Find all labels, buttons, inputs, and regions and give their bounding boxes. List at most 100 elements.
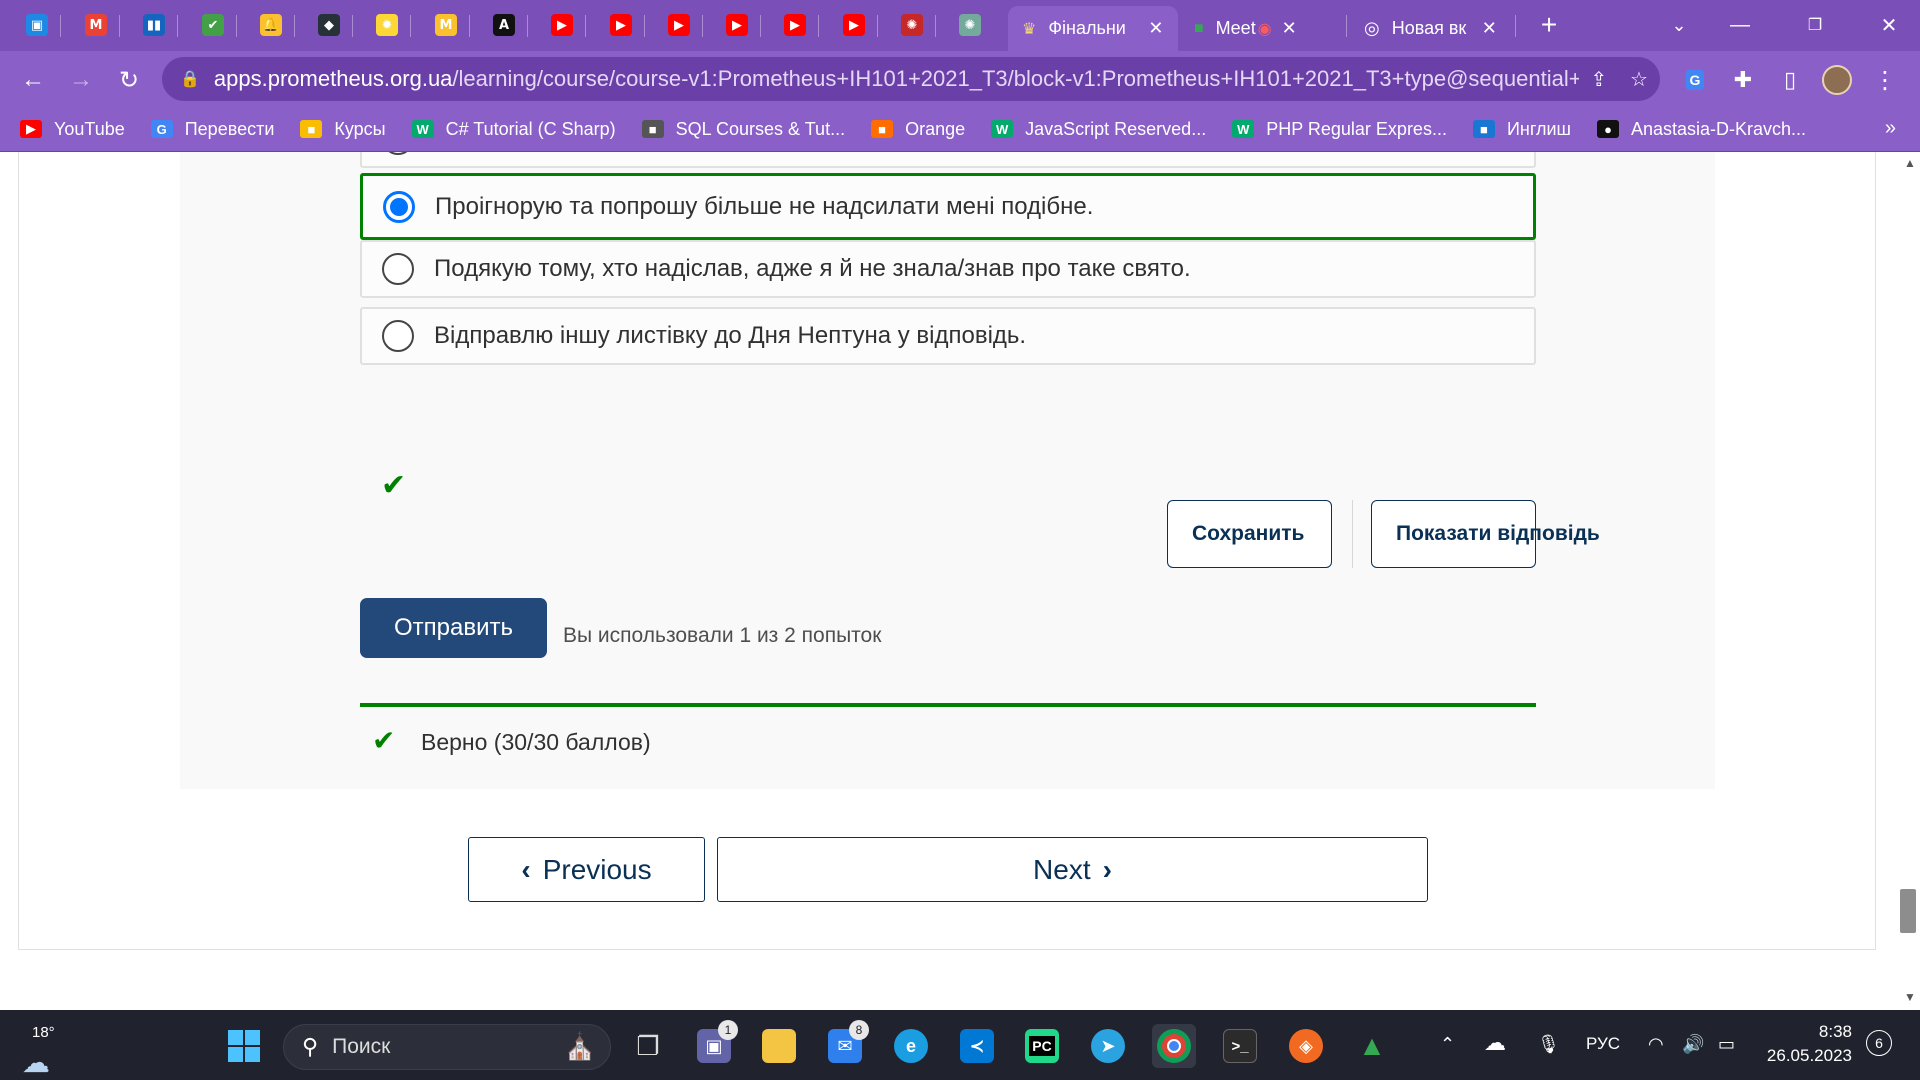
pinned-tab[interactable]: ▮▮: [139, 10, 169, 40]
file-explorer-button[interactable]: [757, 1024, 801, 1068]
close-icon[interactable]: ✕: [1282, 18, 1297, 39]
pinned-tab[interactable]: M: [81, 10, 111, 40]
taskbar-search[interactable]: ⚲ Поиск ⛪: [283, 1024, 611, 1070]
answer-choice[interactable]: Подякую тому, хто надіслав, адже я й не …: [360, 240, 1536, 298]
telegram-button[interactable]: ➤: [1086, 1024, 1130, 1068]
google-drive-button[interactable]: ▲: [1350, 1024, 1394, 1068]
bookmark-item[interactable]: W JavaScript Reserved...: [991, 119, 1206, 140]
mail-button[interactable]: ✉ 8: [823, 1020, 869, 1068]
terminal-button[interactable]: >_: [1218, 1024, 1262, 1068]
extensions-puzzle-icon[interactable]: ✚: [1726, 63, 1760, 97]
scrollbar[interactable]: [1901, 152, 1920, 1010]
forward-button[interactable]: →: [64, 63, 98, 97]
tab-new[interactable]: ◎ Новая вк ✕: [1350, 6, 1515, 51]
menu-kebab-icon[interactable]: ⋮: [1868, 63, 1902, 97]
bookmark-item[interactable]: G Перевести: [150, 119, 274, 140]
pycharm-button[interactable]: PC: [1020, 1024, 1064, 1068]
radio-button[interactable]: [382, 253, 414, 285]
restore-button[interactable]: ❐: [1790, 10, 1840, 40]
close-window-button[interactable]: ✕: [1864, 10, 1914, 40]
notification-center-badge[interactable]: 6: [1866, 1030, 1892, 1056]
wifi-icon[interactable]: ◠: [1648, 1034, 1664, 1055]
lock-icon[interactable]: 🔒: [180, 69, 200, 89]
pinned-tab[interactable]: ▶: [722, 10, 752, 40]
task-view-button[interactable]: ❐: [626, 1024, 670, 1068]
tab-title: Meet: [1215, 18, 1256, 38]
pinned-tab[interactable]: ✺: [955, 10, 985, 40]
pinned-tab[interactable]: A: [489, 10, 519, 40]
radio-button[interactable]: [382, 320, 414, 352]
pinned-tab[interactable]: ▶: [839, 10, 869, 40]
bookmark-item[interactable]: ▶ YouTube: [20, 119, 125, 140]
volume-icon[interactable]: 🔊: [1682, 1034, 1704, 1055]
bookmarks-overflow-icon[interactable]: »: [1885, 117, 1896, 140]
pinned-tab[interactable]: ✹: [372, 10, 402, 40]
answer-choice[interactable]: Не буду масово розсилати, тільки родичам…: [360, 152, 1536, 168]
back-button[interactable]: ←: [16, 63, 50, 97]
reload-button[interactable]: ↻: [112, 63, 146, 97]
show-answer-button[interactable]: Показати відповідь: [1371, 500, 1600, 568]
answer-choice[interactable]: Відправлю іншу листівку до Дня Нептуна у…: [360, 307, 1536, 365]
tab-search-chevron-icon[interactable]: ⌄: [1654, 10, 1704, 40]
bookmark-item[interactable]: ■ Курсы: [300, 119, 386, 140]
url-text[interactable]: apps.prometheus.org.ua/learning/course/c…: [214, 66, 1579, 92]
previous-label: Previous: [542, 853, 652, 885]
start-button[interactable]: [222, 1024, 266, 1068]
profile-avatar[interactable]: [1820, 63, 1854, 97]
pinned-tab[interactable]: ▶: [664, 10, 694, 40]
clock[interactable]: 8:38 26.05.2023: [1762, 1020, 1852, 1068]
scroll-up-arrow-icon[interactable]: ▲: [1904, 156, 1916, 170]
bookmark-item[interactable]: ■ Инглиш: [1472, 119, 1571, 140]
tray-overflow-chevron-icon[interactable]: ⌃: [1440, 1034, 1455, 1055]
share-icon[interactable]: ⇪: [1579, 67, 1619, 92]
new-tab-button[interactable]: +: [1524, 9, 1574, 40]
radio-button[interactable]: [382, 152, 414, 155]
address-bar[interactable]: 🔒 apps.prometheus.org.ua/learning/course…: [162, 57, 1660, 101]
tab-meet[interactable]: ■ Meet ◉ ✕: [1180, 6, 1340, 51]
pinned-tab[interactable]: 🔔: [256, 10, 286, 40]
pinned-tab[interactable]: ▶: [780, 10, 810, 40]
bell-icon: 🔔: [260, 14, 282, 36]
edge-button[interactable]: e: [889, 1024, 933, 1068]
tab-final-test[interactable]: ♛ Фінальни ✕: [1008, 6, 1178, 51]
close-icon[interactable]: ✕: [1482, 18, 1497, 39]
vscode-button[interactable]: ≺: [955, 1024, 999, 1068]
next-label: Next: [1033, 853, 1091, 885]
submit-button[interactable]: Отправить: [360, 598, 547, 658]
onedrive-cloud-icon[interactable]: ☁: [1484, 1030, 1506, 1056]
pinned-tab[interactable]: ▶: [606, 10, 636, 40]
save-button[interactable]: Сохранить: [1167, 500, 1332, 568]
language-indicator[interactable]: РУС: [1586, 1034, 1620, 1054]
translate-extension-icon[interactable]: G: [1678, 63, 1712, 97]
previous-button[interactable]: ‹ Previous: [468, 837, 705, 902]
w3schools-icon: W: [1232, 120, 1255, 138]
pinned-tab[interactable]: ▶: [547, 10, 577, 40]
bookmark-item[interactable]: ● Anastasia-D-Kravch...: [1597, 119, 1806, 140]
pinned-tab[interactable]: M: [431, 10, 461, 40]
teams-chat-button[interactable]: ▣ 1: [692, 1020, 738, 1068]
pinned-tab[interactable]: ✔: [198, 10, 228, 40]
answer-choice[interactable]: Проігнорую та попрошу більше не надсилат…: [360, 173, 1536, 240]
scroll-down-arrow-icon[interactable]: ▼: [1904, 990, 1916, 1004]
close-icon[interactable]: ✕: [1148, 18, 1163, 39]
minimize-button[interactable]: —: [1715, 10, 1765, 40]
weather-widget[interactable]: 18° ☁: [12, 1024, 72, 1078]
bookmark-item[interactable]: ■ SQL Courses & Tut...: [641, 119, 845, 140]
bookmark-item[interactable]: ■ Orange: [871, 119, 965, 140]
battery-icon[interactable]: ▭: [1718, 1034, 1735, 1055]
next-button[interactable]: Next ›: [717, 837, 1428, 902]
pinned-tab[interactable]: ◆: [314, 10, 344, 40]
pinned-tab[interactable]: ✺: [897, 10, 927, 40]
pinned-tab[interactable]: ▣: [22, 10, 52, 40]
bookmark-item[interactable]: W C# Tutorial (C Sharp): [411, 119, 616, 140]
vpn-button[interactable]: ◈: [1284, 1024, 1328, 1068]
scrollbar-thumb[interactable]: [1900, 889, 1916, 933]
radio-selected[interactable]: [383, 190, 415, 223]
correct-check-icon: ✔: [372, 725, 396, 756]
chrome-button[interactable]: [1152, 1024, 1196, 1068]
task-view-icon: ❐: [636, 1030, 660, 1061]
side-panel-icon[interactable]: ▯: [1773, 63, 1807, 97]
bookmark-item[interactable]: W PHP Regular Expres...: [1232, 119, 1447, 140]
bookmark-star-icon[interactable]: ☆: [1619, 67, 1659, 92]
microphone-icon[interactable]: 🎙: [1537, 1034, 1560, 1055]
